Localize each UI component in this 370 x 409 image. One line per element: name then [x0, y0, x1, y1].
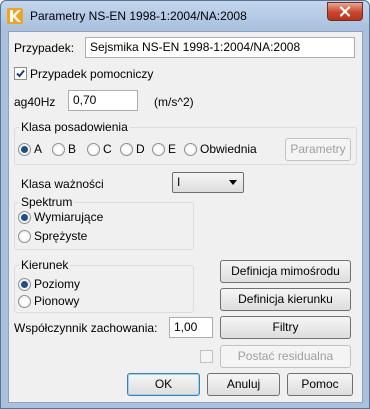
foundation-option-envelope: Obwiednia	[200, 142, 257, 156]
spectrum-option-design: Wymiarujące	[34, 210, 104, 224]
behavior-factor-input[interactable]: 1,00	[169, 317, 213, 338]
foundation-radio-c[interactable]	[87, 143, 100, 156]
ag-unit: (m/s^2)	[154, 95, 194, 109]
foundation-radio-envelope[interactable]	[184, 143, 197, 156]
help-button[interactable]: Pomoc	[287, 373, 353, 396]
spectrum-option-elastic: Sprężyste	[34, 229, 88, 243]
residual-shape-button[interactable]: Postać residualna	[220, 345, 351, 368]
window-title: Parametry NS-EN 1998-1:2004/NA:2008	[30, 9, 247, 23]
foundation-class-title: Klasa posadowienia	[19, 120, 130, 134]
direction-option-vertical: Pionowy	[34, 294, 80, 308]
importance-class-value: I	[177, 175, 181, 189]
direction-option-horizontal: Poziomy	[34, 277, 81, 291]
checkmark-icon	[16, 69, 25, 78]
close-icon	[339, 6, 351, 17]
dialog-window: Parametry NS-EN 1998-1:2004/NA:2008 Przy…	[0, 0, 370, 409]
foundation-radio-d[interactable]	[120, 143, 133, 156]
ag-input[interactable]: 0,70	[68, 90, 138, 111]
spectrum-radio-design[interactable]	[18, 211, 31, 224]
direction-radio-horizontal[interactable]	[18, 278, 31, 291]
behavior-factor-label: Współczynnik zachowania:	[14, 321, 158, 335]
importance-class-select[interactable]: I	[172, 172, 244, 193]
spectrum-title: Spektrum	[19, 195, 75, 209]
foundation-option-b: B	[68, 142, 77, 156]
app-logo-icon	[7, 8, 23, 24]
foundation-option-a: A	[34, 142, 43, 156]
eccentricity-definition-button[interactable]: Definicja mimośrodu	[220, 260, 351, 283]
parameters-button[interactable]: Parametry	[285, 138, 351, 161]
foundation-option-c: C	[103, 142, 112, 156]
direction-definition-button[interactable]: Definicja kierunku	[220, 288, 351, 311]
aux-case-checkbox[interactable]	[14, 67, 27, 80]
case-label: Przypadek:	[14, 41, 75, 55]
foundation-radio-a[interactable]	[18, 143, 31, 156]
spectrum-radio-elastic[interactable]	[18, 230, 31, 243]
aux-case-label: Przypadek pomocniczy	[30, 67, 154, 81]
case-name-input[interactable]: Sejsmika NS-EN 1998-1:2004/NA:2008	[85, 37, 355, 58]
chevron-down-icon	[229, 180, 237, 185]
filters-button[interactable]: Filtry	[220, 316, 351, 339]
residual-shape-checkbox[interactable]	[200, 350, 213, 363]
cancel-button[interactable]: Anuluj	[207, 373, 280, 396]
foundation-radio-e[interactable]	[152, 143, 165, 156]
title-bar[interactable]: Parametry NS-EN 1998-1:2004/NA:2008	[1, 1, 369, 31]
ok-button[interactable]: OK	[127, 373, 200, 396]
direction-radio-vertical[interactable]	[18, 295, 31, 308]
close-button[interactable]	[327, 2, 363, 21]
importance-class-label: Klasa ważności	[21, 177, 104, 191]
foundation-radio-b[interactable]	[52, 143, 65, 156]
foundation-option-d: D	[136, 142, 145, 156]
dialog-body: Przypadek: Sejsmika NS-EN 1998-1:2004/NA…	[8, 31, 363, 403]
direction-title: Kierunek	[19, 258, 71, 272]
ag-label: ag40Hz	[14, 95, 56, 109]
foundation-option-e: E	[168, 142, 177, 156]
